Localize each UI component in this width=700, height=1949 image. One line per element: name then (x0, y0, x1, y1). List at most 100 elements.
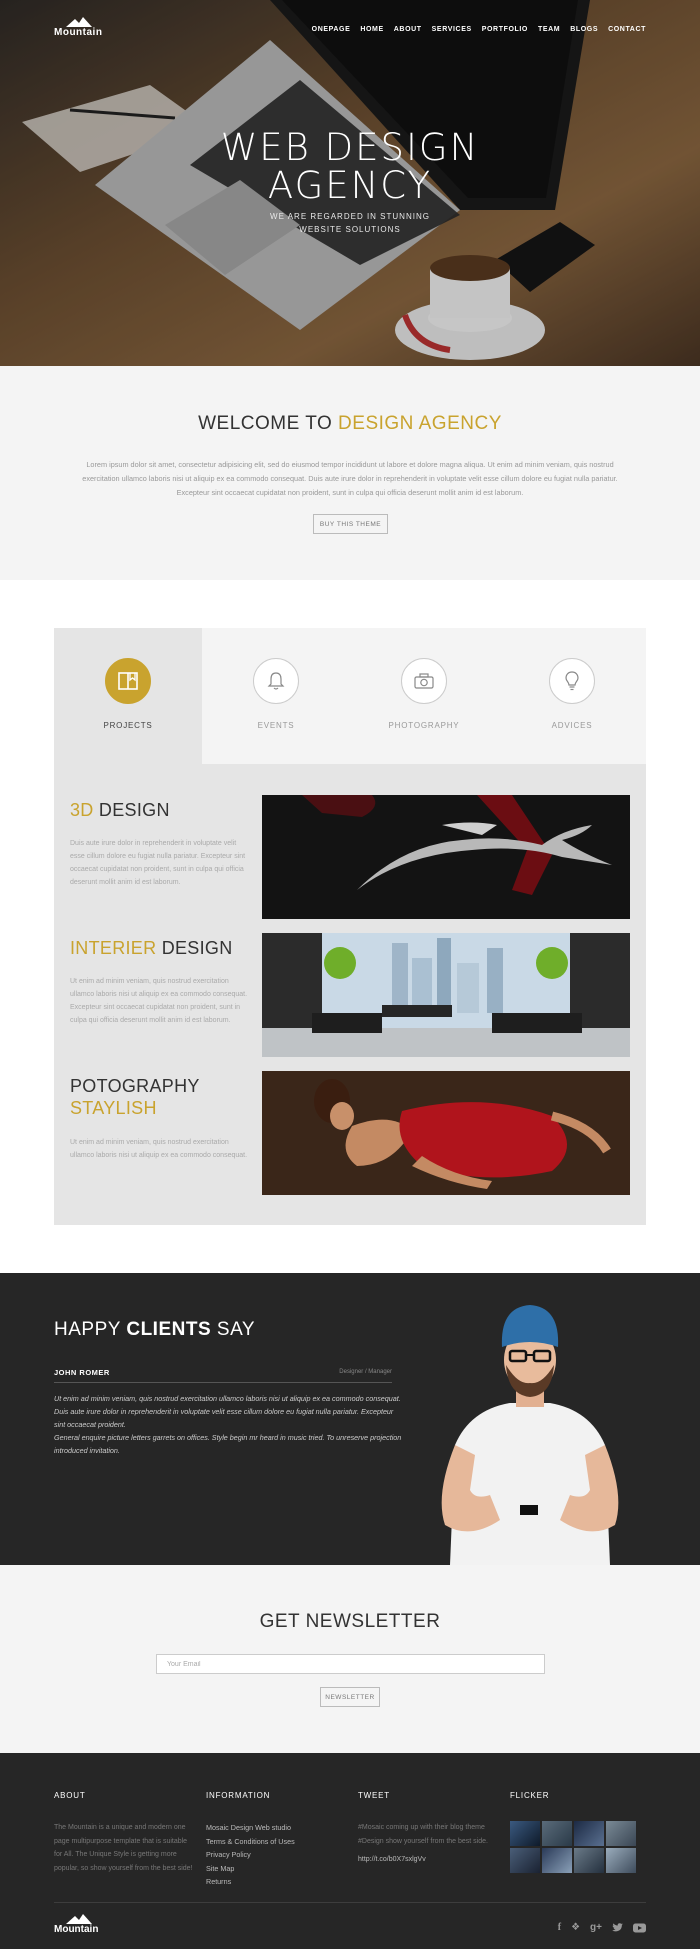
camera-icon (414, 673, 434, 689)
feature-interior-design: INTERIER DESIGN Ut enim ad minim veniam,… (54, 933, 646, 1057)
tab-projects-circle (105, 658, 151, 704)
twitter-icon[interactable] (612, 1923, 623, 1936)
buy-theme-button[interactable]: BUY THIS THEME (313, 514, 388, 534)
flickr-thumb[interactable] (510, 1848, 540, 1873)
client-quote-p2: General enquire picture letters garrets … (54, 1433, 402, 1455)
tab-photography[interactable]: PHOTOGRAPHY (350, 628, 498, 764)
tab-photography-label: PHOTOGRAPHY (388, 721, 460, 730)
flickr-thumb[interactable] (574, 1821, 604, 1846)
welcome-title: WELCOME TO DESIGN AGENCY (0, 413, 700, 435)
clients-title-suffix: SAY (211, 1319, 256, 1340)
footer-link[interactable]: Returns (206, 1875, 346, 1889)
tab-advices-circle (549, 658, 595, 704)
footer-tweet-link[interactable]: http://t.co/b0X7sxlgVv (358, 1856, 498, 1863)
feature-3d-design: 3D DESIGN Duis aute irure dolor in repre… (54, 795, 646, 919)
flickr-thumb[interactable] (542, 1821, 572, 1846)
flickr-gallery (510, 1821, 650, 1873)
footer-about: ABOUT The Mountain is a unique and moder… (54, 1791, 194, 1875)
nav-item-portfolio[interactable]: PORTFOLIO (482, 26, 528, 33)
feature-title: 3D DESIGN (70, 799, 170, 821)
mountain-logo-icon (66, 17, 92, 27)
footer-logo-text: Mountain (54, 1924, 99, 1935)
newsletter-section: GET NEWSLETTER NEWSLETTER (0, 1565, 700, 1753)
lightbulb-icon (565, 671, 579, 691)
google-plus-icon[interactable]: g+ (590, 1923, 602, 1936)
nav-item-onepage[interactable]: ONEPAGE (312, 26, 351, 33)
hero-subtitle-line1: WE ARE REGARDED IN STUNNING (270, 212, 430, 221)
feature-title-line1: POTOGRAPHY (70, 1076, 200, 1096)
nav-item-blogs[interactable]: BLOGS (570, 26, 598, 33)
feature-image-3d (262, 795, 630, 919)
feature-title-accent: 3D (70, 800, 94, 820)
newsletter-title: GET NEWSLETTER (259, 1611, 441, 1632)
welcome-title-accent: DESIGN AGENCY (338, 413, 502, 434)
client-name: JOHN ROMER (54, 1368, 110, 1377)
services-tabs-section: PROJECTS EVENTS PHOTOGRAPHY ADVICES 3D D… (54, 628, 646, 1225)
nav-item-about[interactable]: ABOUT (394, 26, 422, 33)
footer-link[interactable]: Site Map (206, 1862, 346, 1876)
client-quote: Ut enim ad minim veniam, quis nostrud ex… (54, 1392, 404, 1457)
testimonials-section: HAPPY CLIENTS SAY JOHN ROMER Designer / … (0, 1273, 700, 1565)
footer-divider (54, 1902, 646, 1903)
feature-title-rest: DESIGN (93, 800, 170, 820)
hero-title-line1: WEB DESIGN (220, 126, 480, 169)
footer-logo[interactable]: Mountain (54, 1914, 98, 1935)
footer-tweet: TWEET #Mosaic coming up with their blog … (358, 1791, 498, 1863)
nav-item-home[interactable]: HOME (360, 26, 383, 33)
feature-body: Ut enim ad minim veniam, quis nostrud ex… (70, 978, 248, 1024)
youtube-icon[interactable] (633, 1923, 646, 1936)
footer-link[interactable]: Terms & Conditions of Uses (206, 1835, 346, 1849)
tab-projects[interactable]: PROJECTS (54, 628, 202, 764)
footer-information: INFORMATION Mosaic Design Web studio Ter… (206, 1791, 346, 1889)
welcome-title-prefix: WELCOME TO (198, 413, 339, 434)
footer-info-links: Mosaic Design Web studio Terms & Conditi… (206, 1821, 346, 1889)
footer-about-heading: ABOUT (54, 1791, 86, 1800)
footer-flicker-heading: FLICKER (510, 1791, 550, 1800)
tab-photography-circle (401, 658, 447, 704)
main-nav: ONEPAGE HOME ABOUT SERVICES PORTFOLIO TE… (312, 26, 646, 33)
flickr-thumb[interactable] (510, 1821, 540, 1846)
footer-tweet-heading: TWEET (358, 1791, 390, 1800)
footer-link[interactable]: Mosaic Design Web studio (206, 1821, 346, 1835)
feature-title-rest: DESIGN (156, 938, 233, 958)
mountain-logo-icon (66, 1914, 92, 1924)
feature-title: POTOGRAPHY STAYLISH (70, 1075, 200, 1119)
clients-title-bold: CLIENTS (126, 1319, 212, 1340)
social-links: f ❖ g+ (558, 1923, 646, 1936)
nav-item-contact[interactable]: CONTACT (608, 26, 646, 33)
footer-information-heading: INFORMATION (206, 1791, 271, 1800)
nav-item-team[interactable]: TEAM (538, 26, 560, 33)
facebook-icon[interactable]: f (558, 1923, 561, 1936)
site-logo[interactable]: Mountain (54, 17, 102, 38)
dropbox-icon[interactable]: ❖ (571, 1923, 580, 1936)
book-icon (118, 672, 138, 690)
tab-events[interactable]: EVENTS (202, 628, 350, 764)
nav-item-services[interactable]: SERVICES (432, 26, 472, 33)
tab-projects-label: PROJECTS (103, 721, 153, 730)
newsletter-button[interactable]: NEWSLETTER (320, 1687, 380, 1707)
flickr-thumb[interactable] (606, 1848, 636, 1873)
site-footer: ABOUT The Mountain is a unique and moder… (0, 1753, 700, 1949)
flickr-thumb[interactable] (542, 1848, 572, 1873)
bell-icon (267, 672, 285, 690)
tab-events-circle (253, 658, 299, 704)
footer-about-text: The Mountain is a unique and modern one … (54, 1824, 193, 1872)
feature-body: Ut enim ad minim veniam, quis nostrud ex… (70, 1139, 248, 1159)
tab-advices[interactable]: ADVICES (498, 628, 646, 764)
clients-title: HAPPY CLIENTS SAY (54, 1319, 255, 1341)
clients-title-prefix: HAPPY (54, 1319, 127, 1340)
tab-events-label: EVENTS (257, 721, 295, 730)
newsletter-email-input[interactable] (156, 1654, 545, 1674)
feature-title: INTERIER DESIGN (70, 937, 233, 959)
feature-photography: POTOGRAPHY STAYLISH Ut enim ad minim ven… (54, 1071, 646, 1195)
feature-title-line2: STAYLISH (70, 1098, 157, 1118)
feature-image-photography (262, 1071, 630, 1195)
footer-flicker: FLICKER (510, 1791, 650, 1873)
flickr-thumb[interactable] (574, 1848, 604, 1873)
flickr-thumb[interactable] (606, 1821, 636, 1846)
client-photo (441, 1305, 619, 1565)
footer-link[interactable]: Privacy Policy (206, 1848, 346, 1862)
client-role: Designer / Manager (339, 1369, 392, 1375)
hero-subtitle-line2: WEBSITE SOLUTIONS (299, 225, 401, 234)
footer-tweet-text: #Mosaic coming up with their blog theme … (358, 1824, 488, 1845)
